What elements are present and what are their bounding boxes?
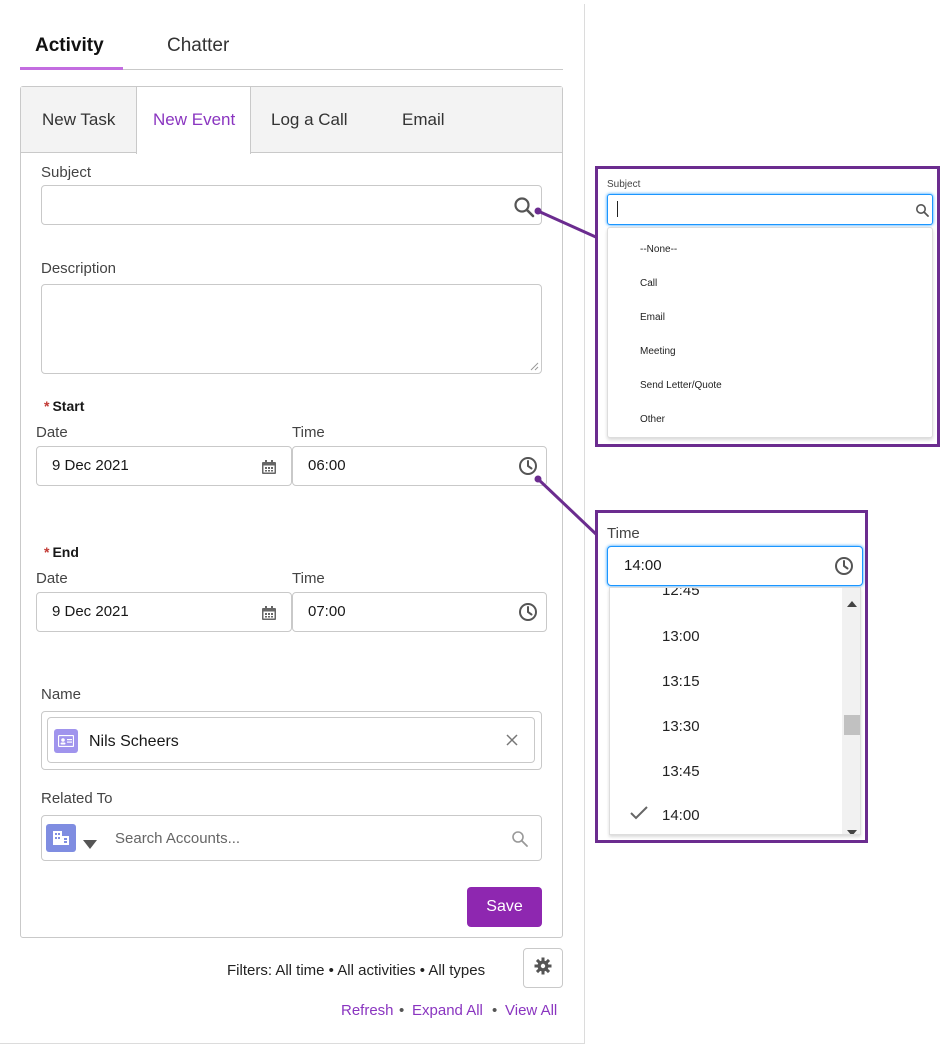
list-item[interactable]: Call bbox=[640, 278, 657, 289]
subject-options-list: --None-- Call Email Meeting Send Letter/… bbox=[607, 227, 933, 438]
list-item[interactable]: 13:15 bbox=[662, 673, 700, 690]
checkmark-icon bbox=[630, 806, 648, 825]
scroll-up-icon[interactable] bbox=[847, 594, 857, 612]
list-item-selected[interactable]: 14:00 bbox=[662, 807, 700, 824]
scrollbar[interactable] bbox=[842, 588, 860, 834]
list-item[interactable]: Send Letter/Quote bbox=[640, 380, 722, 391]
time-dropdown-value: 14:00 bbox=[624, 557, 662, 574]
scroll-down-icon[interactable] bbox=[847, 823, 857, 834]
list-item[interactable]: 13:00 bbox=[662, 628, 700, 645]
list-item[interactable]: Email bbox=[640, 312, 665, 323]
list-item[interactable]: Other bbox=[640, 414, 665, 425]
time-dropdown-label: Time bbox=[607, 525, 640, 542]
time-dropdown-callout: Time 14:00 12:45 13:00 13:15 13:30 13:45… bbox=[595, 510, 868, 843]
search-icon[interactable] bbox=[915, 203, 929, 222]
time-options-list: 12:45 13:00 13:15 13:30 13:45 14:00 bbox=[609, 587, 861, 835]
scrollbar-thumb[interactable] bbox=[844, 715, 860, 735]
subject-dropdown-callout: Subject --None-- Call Email Meeting Send… bbox=[595, 166, 940, 447]
list-item[interactable]: Meeting bbox=[640, 346, 676, 357]
list-item[interactable]: 13:30 bbox=[662, 718, 700, 735]
list-item[interactable]: --None-- bbox=[640, 244, 677, 255]
list-item[interactable]: 12:45 bbox=[662, 588, 700, 599]
clock-icon[interactable] bbox=[834, 556, 854, 581]
time-dropdown-input[interactable]: 14:00 bbox=[607, 546, 863, 586]
list-item[interactable]: 13:45 bbox=[662, 763, 700, 780]
subject-dropdown-input[interactable] bbox=[607, 194, 933, 225]
text-cursor bbox=[617, 201, 618, 217]
subject-dropdown-label: Subject bbox=[607, 179, 641, 190]
